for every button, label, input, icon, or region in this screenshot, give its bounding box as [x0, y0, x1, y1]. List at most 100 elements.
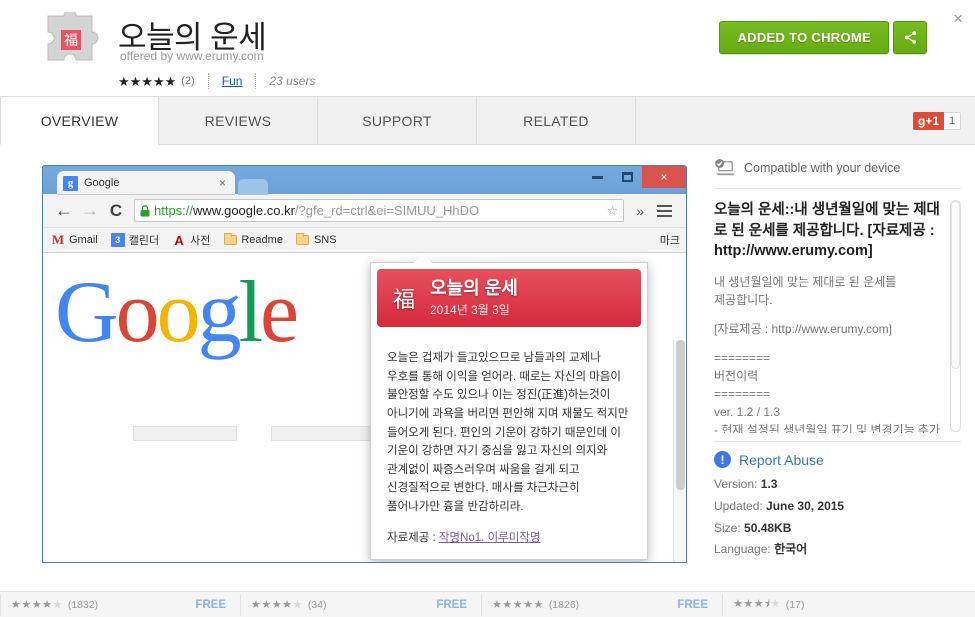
- related-item[interactable]: ★★★★★ (1826) FREE: [481, 593, 722, 616]
- toolbar-overflow-icon[interactable]: »: [629, 203, 651, 219]
- tab-related[interactable]: RELATED: [477, 97, 636, 144]
- related-extensions-row: ★★★★★ (1832) FREE ★★★★★ (34) FREE ★★★★★ …: [0, 591, 975, 617]
- address-bar-url: https://www.google.co.kr/?gfe_rd=ctrl&ei…: [154, 203, 479, 218]
- info-version: Version: 1.3: [714, 474, 961, 496]
- google-favicon-icon: g: [63, 175, 78, 191]
- rating-stars: ★★★★★: [118, 73, 177, 89]
- url-host: www.google.co.kr: [193, 203, 295, 218]
- details-sidebar: Compatible with your device 오늘의 운세::내 생년…: [700, 145, 975, 617]
- chrome-tab-title: Google: [84, 177, 120, 189]
- report-abuse-link[interactable]: ! Report Abuse: [714, 442, 961, 474]
- page-header: 福 오늘의 운세 offered by www.erumy.com ★★★★★ …: [0, 0, 975, 97]
- info-size: Size: 50.48KB: [714, 518, 961, 540]
- minimize-button[interactable]: [582, 166, 612, 188]
- bookmark-dictionary[interactable]: A 사전: [172, 232, 210, 248]
- info-value: 한국어: [774, 542, 808, 557]
- browser-toolbar: ← → C https://www.google.co.kr/?gfe_rd=c…: [43, 194, 686, 228]
- category-link[interactable]: Fun: [222, 74, 243, 88]
- reload-button[interactable]: C: [103, 201, 129, 221]
- back-button[interactable]: ←: [51, 200, 77, 221]
- bookmark-label: Gmail: [69, 234, 98, 246]
- bookmark-readme[interactable]: Readme: [223, 233, 283, 247]
- share-icon: [904, 31, 916, 44]
- description-title: 오늘의 운세::내 생년월일에 맞는 제대로 된 운세를 제공합니다. [자료제…: [714, 202, 940, 260]
- added-to-chrome-button[interactable]: ADDED TO CHROME: [719, 21, 889, 54]
- window-controls: ×: [582, 166, 686, 190]
- address-bar[interactable]: https://www.google.co.kr/?gfe_rd=ctrl&ei…: [134, 199, 625, 222]
- bookmark-label: Readme: [241, 234, 283, 246]
- info-label: Language:: [714, 542, 771, 557]
- related-price: FREE: [195, 598, 226, 611]
- window-close-button[interactable]: ×: [642, 166, 686, 188]
- related-item[interactable]: ★★★★★ (34) FREE: [240, 593, 481, 616]
- forward-button[interactable]: →: [77, 200, 103, 221]
- lock-icon: [140, 204, 150, 216]
- description-paragraph-1: 내 생년월일에 맞는 제대로 된 운세를 제공합니다.: [714, 274, 897, 307]
- popup-source: 자료제공 : 작명No1. 이루미작명: [371, 525, 647, 559]
- users-count: 23 users: [269, 74, 316, 88]
- info-value: 1.3: [760, 477, 778, 491]
- chrome-tab[interactable]: g Google ×: [57, 171, 235, 195]
- rating-count: (2): [181, 75, 195, 87]
- bookmark-star-icon[interactable]: ☆: [607, 203, 619, 219]
- related-stars: ★★★★★: [492, 599, 544, 611]
- search-placeholder-left: [133, 426, 237, 441]
- related-stars: ★★★⯨★: [733, 598, 781, 610]
- bookmark-sns[interactable]: SNS: [296, 233, 337, 247]
- description-scrollbar-thumb[interactable]: [951, 201, 960, 369]
- info-value: 50.48KB: [744, 520, 792, 535]
- folder-icon: [223, 233, 237, 247]
- extension-icon: 福: [40, 12, 102, 70]
- page-scrollbar[interactable]: [673, 340, 686, 562]
- google-logo: Google: [55, 264, 299, 361]
- other-bookmarks[interactable]: 마크: [660, 232, 680, 248]
- offered-by: offered by www.erumy.com: [120, 49, 264, 63]
- popup-arrow: [414, 254, 432, 263]
- chrome-tab-close-icon[interactable]: ×: [216, 176, 229, 190]
- related-stars: ★★★★★: [251, 599, 303, 611]
- description-scrollbar[interactable]: [950, 200, 961, 432]
- url-scheme: https://: [154, 203, 194, 218]
- page-scrollbar-thumb[interactable]: [676, 340, 685, 490]
- gplus-button[interactable]: g+1: [912, 111, 944, 130]
- hamburger-menu-icon[interactable]: [651, 204, 678, 217]
- description-paragraph-2: [자료제공 : http://www.erumy.com]: [714, 321, 892, 336]
- related-item[interactable]: ★★★⯨★ (17): [722, 593, 975, 616]
- gplus-count[interactable]: 1: [944, 111, 961, 130]
- related-stars: ★★★★★: [11, 599, 63, 611]
- divider: [207, 73, 209, 89]
- search-placeholder-right: [271, 426, 375, 441]
- svg-text:福: 福: [64, 33, 78, 49]
- description-changelog: ======== 버전이력 ======== ver. 1.2 / 1.3 - …: [714, 350, 941, 433]
- bookmark-label: SNS: [313, 234, 337, 246]
- divider: [255, 73, 257, 89]
- popup-title: 오늘의 운세: [430, 278, 518, 299]
- description-box: 오늘의 운세::내 생년월일에 맞는 제대로 된 운세를 제공합니다. [자료제…: [714, 189, 961, 433]
- popup-heading-text: 오늘의 운세 2014년 3월 3일: [430, 278, 518, 318]
- fortune-glyph-icon: 福: [392, 288, 415, 313]
- footer-left-rail: [0, 592, 18, 617]
- bookmark-gmail[interactable]: M Gmail: [51, 232, 98, 247]
- cta-group: ADDED TO CHROME: [719, 21, 927, 54]
- tab-support[interactable]: SUPPORT: [318, 97, 477, 144]
- popup-source-label: 자료제공 :: [387, 531, 436, 544]
- fortune-popup: 福 오늘의 운세 2014년 3월 3일 오늘은 겁재가 들고있으므로 남들과의…: [370, 254, 648, 560]
- new-tab-button[interactable]: [238, 179, 268, 195]
- close-icon[interactable]: ×: [953, 10, 963, 27]
- content-area: g Google × × ← → C https://www.google.co…: [0, 145, 975, 617]
- tab-reviews[interactable]: REVIEWS: [159, 97, 318, 144]
- related-item[interactable]: ★★★★★ (1832) FREE: [0, 593, 240, 616]
- share-button[interactable]: [893, 21, 927, 54]
- compatibility-label: Compatible with your device: [744, 161, 901, 175]
- url-path: /?gfe_rd=ctrl&ei=SIMUU_HhDO: [294, 203, 480, 218]
- check-device-icon: [715, 159, 735, 176]
- related-count: (34): [307, 598, 327, 611]
- popup-source-link[interactable]: 작명No1. 이루미작명: [439, 532, 541, 544]
- bookmark-calendar[interactable]: 3 캘린더: [110, 232, 159, 248]
- folder-icon: [296, 233, 310, 247]
- puzzle-piece-icon: 福: [47, 12, 99, 61]
- report-abuse-label: Report Abuse: [739, 451, 824, 468]
- tab-overview[interactable]: OVERVIEW: [0, 97, 159, 145]
- popup-header: 福 오늘의 운세 2014년 3월 3일: [377, 269, 641, 327]
- maximize-button[interactable]: [612, 166, 642, 188]
